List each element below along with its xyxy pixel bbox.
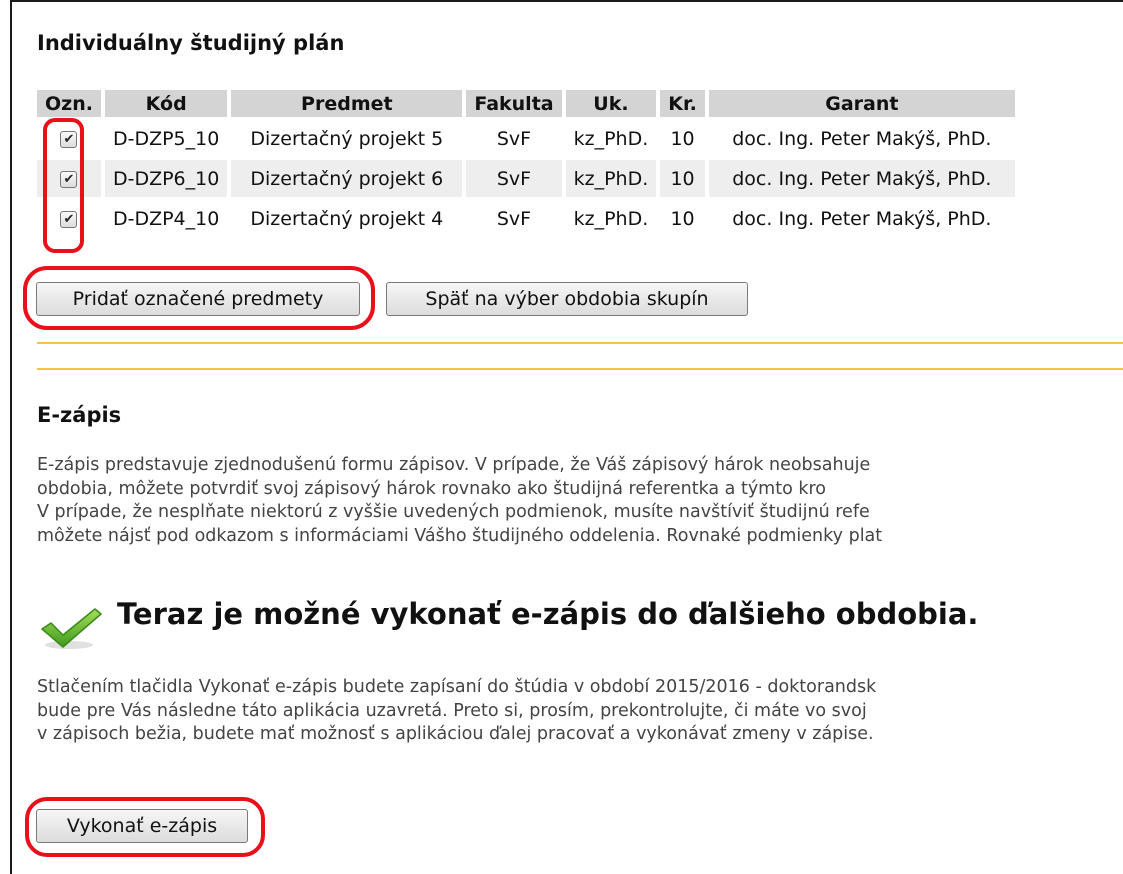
course-guarantor-link[interactable]: doc. Ing. Peter Makýš, PhD. [709, 120, 1015, 157]
study-plan-heading: Individuálny študijný plán [37, 31, 345, 55]
course-subject-link[interactable]: Dizertačný projekt 6 [231, 160, 463, 197]
col-header-completion: Uk. [565, 90, 657, 117]
table-header-row: Ozn. Kód Predmet Fakulta Uk. Kr. Garant [37, 90, 1015, 117]
col-header-credits: Kr. [660, 90, 705, 117]
row-checkbox[interactable]: ✔ [60, 130, 78, 148]
divider [37, 368, 1123, 370]
ezapis-heading: E-zápis [37, 403, 122, 427]
text-line: V prípade, že nesplňate niektorú z vyšši… [37, 502, 870, 523]
row-checkbox-cell: ✔ [37, 160, 101, 197]
window-top-border [10, 0, 1123, 2]
course-code: D-DZP4_10 [112, 207, 220, 230]
course-credits: 10 [660, 160, 705, 197]
text-line: E-zápis predstavuje zjednodušenú formu z… [37, 455, 871, 475]
col-header-guarantor: Garant [708, 90, 1015, 117]
row-checkbox-cell: ✔ [37, 120, 101, 157]
course-code: D-DZP5_10 [112, 127, 220, 150]
course-credits: 10 [670, 127, 695, 150]
course-guarantor-link[interactable]: doc. Ing. Peter Makýš, PhD. [708, 160, 1015, 197]
window-left-border [10, 0, 12, 874]
study-plan-table: Ozn. Kód Predmet Fakulta Uk. Kr. Garant … [33, 87, 1019, 240]
row-checkbox[interactable]: ✔ [60, 210, 78, 228]
text-line: bude pre Vás následne táto aplikácia uza… [37, 700, 867, 721]
text-line: v zápisoch bežia, budete mať možnosť s a… [37, 724, 874, 745]
col-header-mark: Ozn. [37, 90, 101, 117]
text-line: obdobia, môžete potvrdiť svoj zápisový h… [37, 478, 827, 499]
course-credits: 10 [670, 207, 695, 230]
course-guarantor-link[interactable]: doc. Ing. Peter Makýš, PhD. [709, 200, 1015, 237]
ezapis-status-message: Teraz je možné vykonať e-zápis do ďalšie… [117, 597, 979, 631]
add-selected-subjects-button[interactable]: Pridať označené predmety [36, 282, 360, 316]
course-subject-link[interactable]: Dizertačný projekt 5 [231, 120, 462, 157]
course-faculty: SvF [496, 207, 532, 230]
table-row: ✔ D-DZP5_10 Dizertačný projekt 5 SvF kz_… [37, 120, 1015, 157]
table-row: ✔ D-DZP4_10 Dizertačný projekt 4 SvF kz_… [37, 200, 1015, 237]
row-checkbox-cell: ✔ [37, 200, 101, 237]
course-completion: kz_PhD. [573, 207, 649, 230]
checkmark-icon [41, 608, 102, 649]
course-code: D-DZP6_10 [104, 160, 228, 197]
ezapis-detail-text: Stlačením tlačidla Vykonať e-zápis budet… [37, 676, 1123, 747]
course-completion: kz_PhD. [565, 160, 657, 197]
col-header-code: Kód [104, 90, 228, 117]
submit-ezapis-button[interactable]: Vykonať e-zápis [36, 809, 248, 843]
course-faculty: SvF [496, 127, 532, 150]
back-to-period-selection-button[interactable]: Späť na výber obdobia skupín [386, 282, 748, 316]
text-line: Stlačením tlačidla Vykonať e-zápis budet… [37, 677, 877, 697]
col-header-subject: Predmet [231, 90, 463, 117]
course-completion: kz_PhD. [573, 127, 649, 150]
ezapis-intro-text: E-zápis predstavuje zjednodušenú formu z… [37, 454, 1123, 548]
row-checkbox[interactable]: ✔ [60, 170, 78, 188]
table-row: ✔ D-DZP6_10 Dizertačný projekt 6 SvF kz_… [37, 160, 1015, 197]
col-header-faculty: Fakulta [466, 90, 562, 117]
text-line: môžete nájsť pod odkazom s informáciami … [37, 525, 883, 546]
course-faculty: SvF [466, 160, 562, 197]
divider [37, 342, 1123, 344]
course-subject-link[interactable]: Dizertačný projekt 4 [231, 200, 462, 237]
